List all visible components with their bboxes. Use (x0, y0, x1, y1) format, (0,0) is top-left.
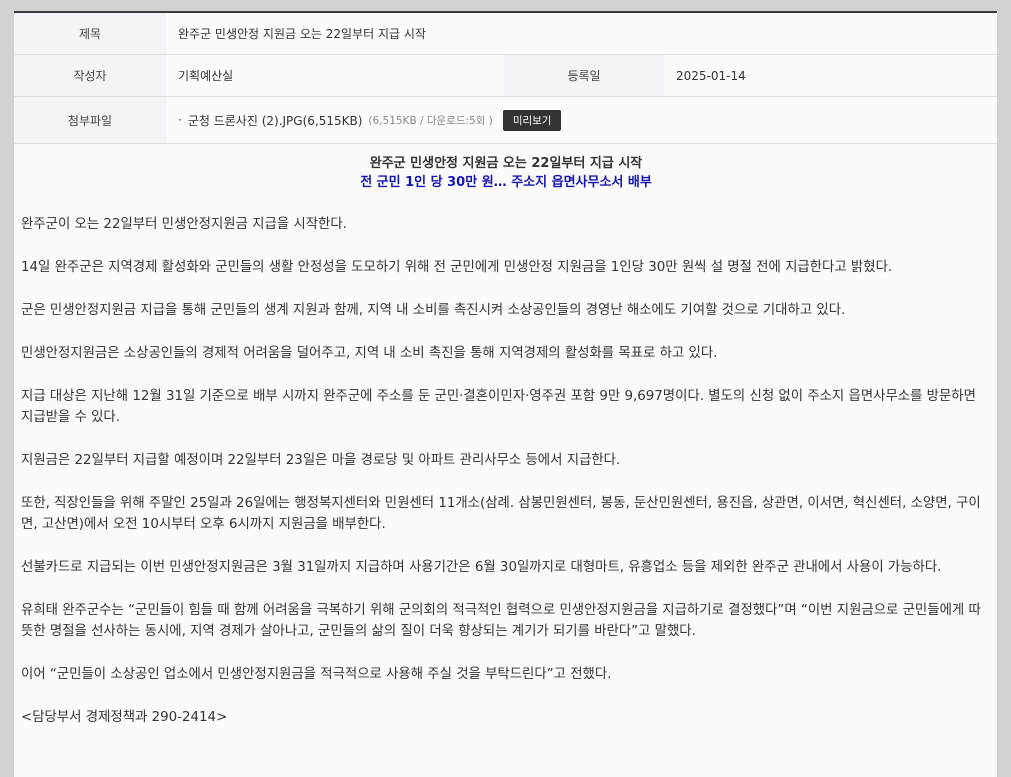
date-label: 등록일 (504, 55, 664, 96)
title-value: 완주군 민생안정 지원금 오는 22일부터 지급 시작 (166, 13, 997, 54)
article-body: 완주군 민생안정 지원금 오는 22일부터 지급 시작 전 군민 1인 당 30… (21, 154, 991, 728)
date-value: 2025-01-14 (664, 55, 997, 96)
title-label: 제목 (14, 13, 166, 54)
article-headline: 완주군 민생안정 지원금 오는 22일부터 지급 시작 (369, 156, 643, 171)
paragraph: 지원금은 22일부터 지급할 예정이며 22일부터 23일은 마을 경로당 및 … (21, 453, 621, 468)
author-value: 기획예산실 (166, 55, 504, 96)
attachment-info: (6,515KB / 다운로드:5회 ) (368, 114, 493, 127)
paragraph: 민생안정지원금은 소상공인들의 경제적 어려움을 덜어주고, 지역 내 소비 촉… (21, 346, 718, 361)
bullet-icon: · (178, 113, 182, 127)
post-meta-table: 제목 완주군 민생안정 지원금 오는 22일부터 지급 시작 작성자 기획예산실… (14, 13, 997, 144)
attach-cell: · 군청 드론사진 (2).JPG(6,515KB) (6,515KB / 다운… (166, 97, 997, 143)
paragraph: 14일 완주군은 지역경제 활성화와 군민들의 생활 안정성을 도모하기 위해 … (21, 260, 893, 275)
meta-row-author: 작성자 기획예산실 등록일 2025-01-14 (14, 55, 997, 97)
author-label: 작성자 (14, 55, 166, 96)
preview-button[interactable]: 미리보기 (502, 109, 562, 131)
top-border (14, 0, 997, 13)
attachment-link[interactable]: 군청 드론사진 (2).JPG(6,515KB) (188, 112, 363, 129)
paragraph: 유희태 완주군수는 “군민들이 힘들 때 함께 어려움을 극복하기 위해 군의회… (21, 603, 981, 639)
paragraph: 지급 대상은 지난해 12월 31일 기준으로 배부 시까지 완주군에 주소를 … (21, 389, 976, 425)
contact-info: <담당부서 경제정책과 290-2414> (21, 710, 228, 725)
article-subheadline: 전 군민 1인 당 30만 원… 주소지 읍면사무소서 배부 (360, 175, 652, 190)
paragraph: 선불카드로 지급되는 이번 민생안정지원금은 3월 31일까지 지급하며 사용기… (21, 560, 942, 575)
paragraph: 완주군이 오는 22일부터 민생안정지원금 지급을 시작한다. (21, 217, 347, 232)
attach-label: 첨부파일 (14, 97, 166, 143)
meta-row-attachment: 첨부파일 · 군청 드론사진 (2).JPG(6,515KB) (6,515KB… (14, 97, 997, 144)
meta-row-title: 제목 완주군 민생안정 지원금 오는 22일부터 지급 시작 (14, 13, 997, 55)
paragraph: 또한, 직장인들을 위해 주말인 25일과 26일에는 행정복지센터와 민원센터… (21, 496, 981, 532)
board-view: 제목 완주군 민생안정 지원금 오는 22일부터 지급 시작 작성자 기획예산실… (14, 0, 997, 777)
paragraph: 이어 “군민들이 소상공인 업소에서 민생안정지원금을 적극적으로 사용해 주실… (21, 667, 612, 682)
paragraph: 군은 민생안정지원금 지급을 통해 군민들의 생계 지원과 함께, 지역 내 소… (21, 303, 846, 318)
